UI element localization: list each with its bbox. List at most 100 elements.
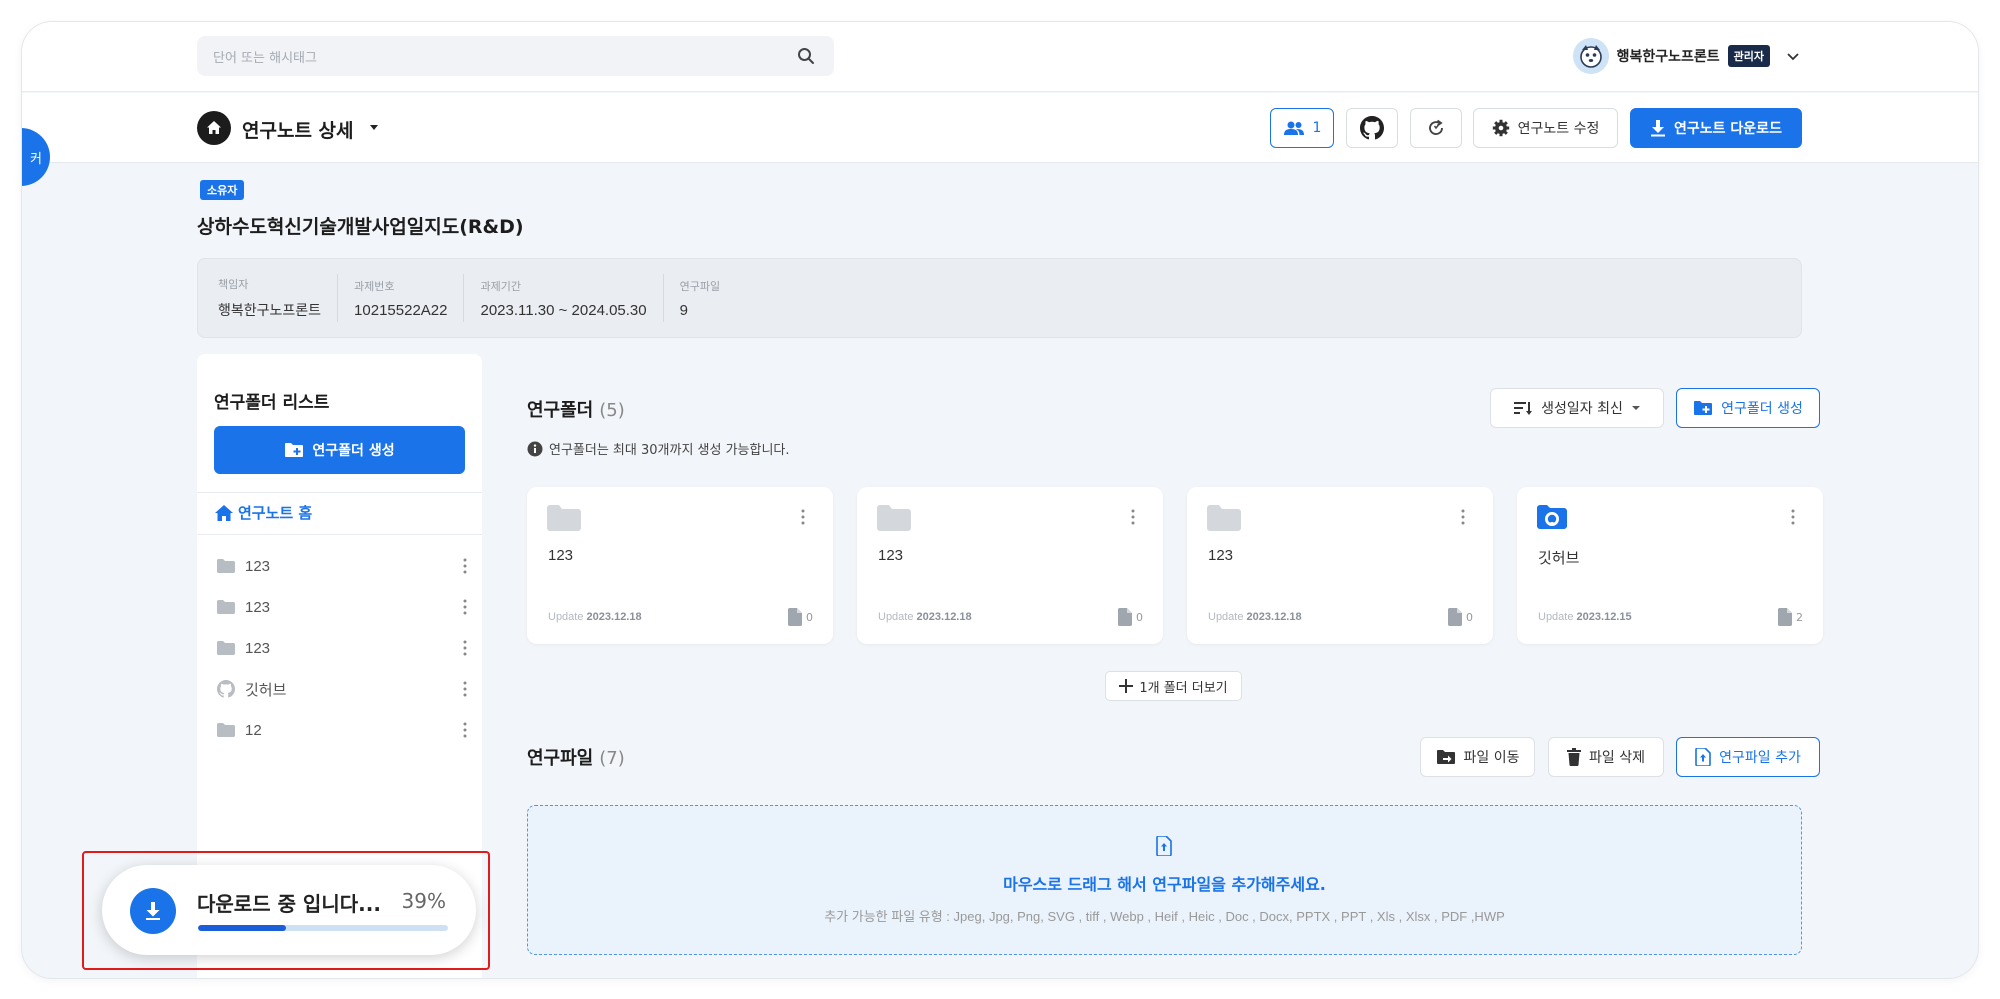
- create-folder-label: 연구폴더 생성: [1721, 401, 1803, 417]
- file-icon: [788, 608, 802, 626]
- folder-card-file-count: 2: [1778, 608, 1803, 626]
- more-vert-icon[interactable]: [1131, 509, 1135, 525]
- sidebar-item-github[interactable]: 깃허브: [217, 675, 467, 703]
- divider: [197, 492, 482, 493]
- more-vert-icon[interactable]: [1461, 509, 1465, 525]
- info-item-manager: 책임자 행복한구노프론트: [218, 274, 339, 322]
- files-title: 연구파일: [527, 748, 594, 769]
- info-label: 책임자: [218, 278, 249, 291]
- info-item-research-files: 연구파일 9: [680, 274, 736, 322]
- folder-limit-text: 연구폴더는 최대 30개까지 생성 가능합니다.: [549, 443, 790, 458]
- home-icon[interactable]: [197, 111, 231, 145]
- sidebar-item-label: 123: [245, 557, 271, 575]
- info-icon: [527, 441, 543, 456]
- refresh-icon: [1429, 119, 1443, 135]
- folder-icon: [217, 559, 235, 573]
- info-label: 과제기간: [480, 279, 521, 293]
- sidebar-item-folder[interactable]: 12: [217, 716, 467, 744]
- home-icon: [215, 504, 233, 521]
- sidebar-item-folder[interactable]: 123: [217, 552, 467, 580]
- page-header: 연구노트 상세 1 연구노트 수정 연구노트 다운로드: [22, 93, 1978, 163]
- file-upload-icon: [1156, 836, 1172, 856]
- download-icon: [1651, 120, 1666, 137]
- more-vert-icon[interactable]: [463, 599, 467, 615]
- dropzone-file-types: 추가 가능한 파일 유형 : Jpeg, Jpg, Png, SVG , tif…: [824, 909, 1505, 924]
- info-item-project-number: 과제번호 10215522A22: [354, 274, 465, 322]
- more-vert-icon[interactable]: [463, 558, 467, 574]
- more-vert-icon[interactable]: [801, 509, 805, 525]
- folder-card-updated: Update 2023.12.18: [548, 611, 642, 623]
- more-vert-icon[interactable]: [1791, 509, 1795, 525]
- sort-dropdown[interactable]: 생성일자 최신: [1490, 388, 1664, 428]
- sidebar-create-folder-button[interactable]: 연구폴더 생성: [214, 426, 465, 474]
- more-vert-icon[interactable]: [463, 722, 467, 738]
- update-date: 2023.12.18: [1246, 611, 1302, 623]
- folder-card-file-count: 0: [788, 608, 813, 626]
- edit-note-label: 연구노트 수정: [1517, 121, 1600, 137]
- search-input[interactable]: 단어 또는 해시태그: [197, 36, 834, 76]
- update-prefix: Update: [878, 611, 914, 623]
- folder-card[interactable]: 123 Update 2023.12.18 0: [857, 487, 1163, 644]
- sidebar-item-folder[interactable]: 123: [217, 634, 467, 662]
- files-section-title: 연구파일 (7): [527, 744, 625, 770]
- sort-label: 생성일자 최신: [1541, 401, 1623, 417]
- info-value: 2023.11.30 ~ 2024.05.30: [480, 301, 647, 319]
- update-prefix: Update: [548, 611, 584, 623]
- folder-card-github[interactable]: 깃허브 Update 2023.12.15 2: [1517, 487, 1823, 644]
- owner-badge: 소유자: [200, 180, 245, 200]
- top-bar: 단어 또는 해시태그 행복한구노프론트 관리자: [22, 22, 1978, 92]
- github-button[interactable]: [1346, 108, 1398, 148]
- file-count: 0: [1136, 610, 1143, 624]
- folder-card-name: 123: [878, 547, 904, 564]
- sidebar-item-label: 123: [245, 639, 271, 657]
- files-count: (7): [599, 748, 625, 769]
- more-vert-icon[interactable]: [463, 640, 467, 656]
- divider: [197, 534, 482, 535]
- folder-card[interactable]: 123 Update 2023.12.18 0: [527, 487, 833, 644]
- member-count: 1: [1312, 120, 1322, 136]
- download-status-text: 다운로드 중 입니다...: [197, 892, 381, 916]
- download-icon: [130, 888, 176, 934]
- more-vert-icon[interactable]: [463, 681, 467, 697]
- sidebar-item-label: 123: [245, 598, 271, 616]
- user-menu[interactable]: 행복한구노프론트 관리자: [1572, 36, 1800, 76]
- sidebar-home-label: 연구노트 홈: [238, 504, 313, 522]
- move-file-button[interactable]: 파일 이동: [1420, 737, 1535, 777]
- file-dropzone[interactable]: 마우스로 드래그 해서 연구파일을 추가해주세요. 추가 가능한 파일 유형 :…: [527, 805, 1802, 955]
- caret-down-icon[interactable]: [368, 124, 380, 132]
- show-more-folders-button[interactable]: 1개 폴더 더보기: [1105, 671, 1242, 701]
- avatar: [1572, 38, 1609, 74]
- folder-card-name: 123: [548, 547, 574, 564]
- project-title: 상하수도혁신기술개발사업일지도(R&D): [197, 216, 524, 238]
- info-item-project-period: 과제기간 2023.11.30 ~ 2024.05.30: [480, 274, 664, 322]
- folder-icon: [877, 505, 911, 531]
- folder-icon: [1207, 505, 1241, 531]
- caret-down-icon: [1631, 406, 1640, 410]
- members-button[interactable]: 1: [1270, 108, 1334, 148]
- file-icon: [1118, 608, 1132, 626]
- search-icon[interactable]: [796, 46, 816, 66]
- download-note-button[interactable]: 연구노트 다운로드: [1630, 108, 1802, 148]
- update-prefix: Update: [1208, 611, 1244, 623]
- move-file-label: 파일 이동: [1463, 750, 1520, 766]
- folder-card-name: 123: [1208, 547, 1234, 564]
- add-file-label: 연구파일 추가: [1719, 750, 1801, 766]
- project-info-box: 책임자 행복한구노프론트 과제번호 10215522A22 과제기간 2023.…: [197, 258, 1802, 338]
- add-file-button[interactable]: 연구파일 추가: [1676, 737, 1820, 777]
- folder-list-title: 연구폴더 리스트: [214, 393, 330, 413]
- sidebar-item-home[interactable]: 연구노트 홈: [214, 502, 312, 523]
- delete-file-button[interactable]: 파일 삭제: [1548, 737, 1664, 777]
- plus-icon: [1119, 679, 1134, 693]
- refresh-button[interactable]: [1410, 108, 1462, 148]
- info-label: 과제번호: [354, 279, 395, 293]
- folder-card[interactable]: 123 Update 2023.12.18 0: [1187, 487, 1493, 644]
- sort-icon: [1514, 402, 1533, 415]
- search-placeholder: 단어 또는 해시태그: [213, 51, 317, 66]
- chevron-down-icon[interactable]: [1786, 49, 1800, 63]
- edit-note-button[interactable]: 연구노트 수정: [1473, 108, 1618, 148]
- create-folder-button[interactable]: 연구폴더 생성: [1676, 388, 1820, 428]
- sidebar-item-label: 12: [245, 721, 262, 739]
- folder-icon: [217, 641, 235, 655]
- sidebar-item-folder[interactable]: 123: [217, 593, 467, 621]
- download-progress-toast: 다운로드 중 입니다... 39%: [102, 865, 476, 955]
